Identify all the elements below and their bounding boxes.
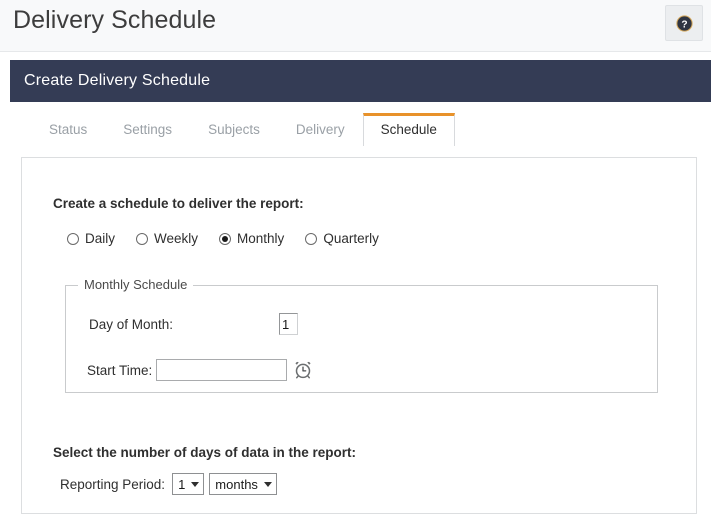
radio-quarterly-mark — [305, 232, 318, 245]
chevron-down-icon — [191, 482, 200, 487]
tab-schedule[interactable]: Schedule — [362, 113, 455, 146]
monthly-schedule-legend: Monthly Schedule — [78, 277, 194, 292]
radio-daily[interactable]: Daily — [67, 231, 115, 246]
schedule-heading: Create a schedule to deliver the report: — [53, 196, 304, 211]
question-circle-icon: ? — [675, 14, 693, 32]
create-delivery-schedule-panel: Create Delivery Schedule Status Settings… — [10, 60, 711, 527]
start-time-input[interactable] — [156, 359, 288, 381]
schedule-content-box: Create a schedule to deliver the report:… — [21, 157, 697, 514]
start-time-row: Start Time: — [87, 359, 312, 381]
tab-schedule-label: Schedule — [380, 122, 437, 137]
radio-monthly[interactable]: Monthly — [219, 231, 284, 246]
page-title: Delivery Schedule — [13, 6, 217, 34]
reporting-period-unit-select[interactable]: months — [209, 473, 277, 495]
reporting-heading: Select the number of days of data in the… — [53, 445, 357, 460]
reporting-period-unit-value: months — [215, 476, 258, 492]
tab-subjects-label: Subjects — [208, 122, 260, 137]
radio-monthly-mark — [219, 232, 232, 245]
tab-bar: Status Settings Subjects Delivery Schedu… — [10, 113, 711, 146]
tab-delivery-label: Delivery — [295, 122, 345, 137]
reporting-period-row: Reporting Period: 1 months — [60, 473, 282, 495]
tab-subjects[interactable]: Subjects — [190, 113, 278, 146]
tab-delivery[interactable]: Delivery — [278, 113, 363, 146]
frequency-radio-group: Daily Weekly Monthly Quarterly — [67, 231, 400, 246]
radio-quarterly[interactable]: Quarterly — [305, 231, 379, 246]
radio-monthly-label: Monthly — [237, 231, 285, 246]
chevron-down-icon — [263, 482, 272, 487]
radio-daily-mark — [67, 232, 79, 245]
reporting-period-amount-value: 1 — [178, 476, 186, 492]
svg-text:?: ? — [681, 19, 687, 30]
page-titlebar: Delivery Schedule ? — [0, 0, 711, 52]
tab-settings-label: Settings — [123, 122, 173, 137]
reporting-period-amount-select[interactable]: 1 — [172, 473, 205, 495]
panel-header-title: Create Delivery Schedule — [24, 72, 211, 89]
day-of-month-row: Day of Month: — [89, 313, 298, 335]
radio-daily-label: Daily — [85, 231, 116, 246]
radio-weekly[interactable]: Weekly — [136, 231, 198, 246]
tab-status[interactable]: Status — [31, 113, 105, 146]
day-of-month-input[interactable] — [279, 313, 298, 335]
day-of-month-label: Day of Month: — [89, 316, 174, 332]
start-time-picker-button[interactable] — [294, 361, 312, 379]
monthly-schedule-fieldset: Monthly Schedule Day of Month: Start Tim… — [65, 277, 658, 393]
radio-weekly-label: Weekly — [154, 231, 199, 246]
start-time-label: Start Time: — [87, 362, 153, 378]
radio-quarterly-label: Quarterly — [323, 231, 379, 246]
panel-header: Create Delivery Schedule — [10, 60, 711, 102]
tab-settings[interactable]: Settings — [105, 113, 190, 146]
radio-weekly-mark — [136, 232, 149, 245]
help-button[interactable]: ? — [665, 5, 703, 41]
tab-status-label: Status — [49, 122, 88, 137]
reporting-period-label: Reporting Period: — [60, 476, 166, 492]
alarm-clock-icon — [295, 361, 311, 379]
